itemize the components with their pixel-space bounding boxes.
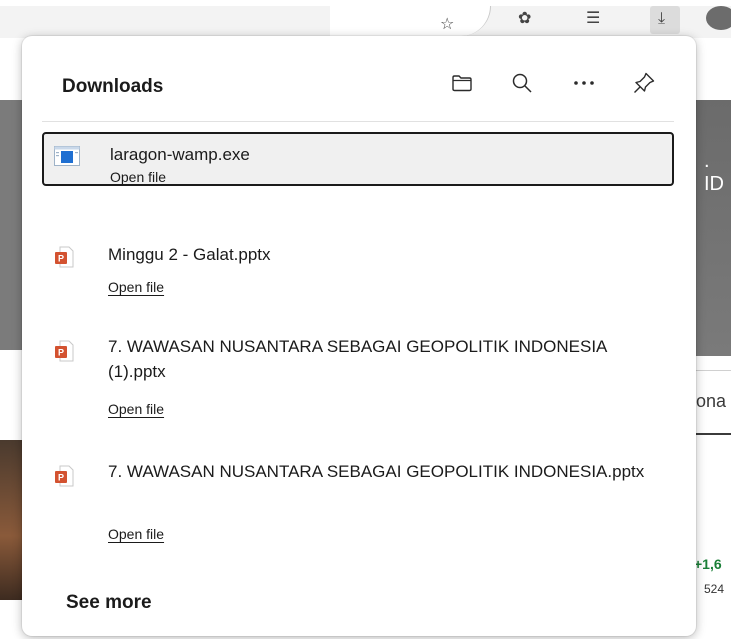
download-item[interactable]: P 7. WAWASAN NUSANTARA SEBAGAI GEOPOLITI…	[42, 326, 674, 426]
background-tab[interactable]: ona	[690, 370, 731, 435]
folder-icon	[452, 75, 472, 92]
file-name: laragon-wamp.exe	[110, 145, 250, 164]
svg-text:P: P	[58, 254, 64, 264]
background-page-photo	[0, 440, 24, 600]
file-name: 7. WAWASAN NUSANTARA SEBAGAI GEOPOLITIK …	[108, 462, 645, 481]
open-file-link[interactable]: Open file	[108, 279, 164, 295]
extensions-icon[interactable]: ✿	[518, 8, 531, 27]
download-item[interactable]: P Minggu 2 - Galat.pptx Open file	[42, 232, 674, 304]
open-file-link[interactable]: Open file	[108, 401, 164, 417]
panel-title: Downloads	[62, 76, 164, 97]
downloads-icon: ⤓	[658, 8, 666, 27]
more-options-button[interactable]	[568, 66, 600, 100]
exe-file-icon	[54, 146, 80, 166]
search-icon	[512, 73, 532, 93]
svg-text:P: P	[58, 348, 64, 358]
background-page-image	[0, 100, 24, 350]
open-file-link[interactable]: Open file	[108, 526, 164, 542]
file-name: Minggu 2 - Galat.pptx	[108, 245, 271, 264]
downloads-panel: Downloads laragon-wamp.exe Open file P M…	[22, 36, 696, 636]
download-item[interactable]: P 7. WAWASAN NUSANTARA SEBAGAI GEOPOLITI…	[42, 451, 674, 551]
star-icon[interactable]: ☆	[440, 14, 454, 33]
more-options-icon	[574, 81, 594, 85]
background-stock-value: 524	[704, 582, 725, 596]
address-bar-end[interactable]: ☆	[330, 6, 491, 36]
search-downloads-button[interactable]	[506, 66, 538, 100]
open-file-link[interactable]: Open file	[110, 169, 166, 185]
pptx-file-icon: P	[55, 246, 74, 268]
favorites-icon[interactable]: ☰	[586, 8, 600, 27]
background-heading-text: . ID	[704, 150, 724, 195]
pin-panel-button[interactable]	[628, 66, 660, 100]
header-divider	[42, 121, 674, 122]
open-downloads-folder-button[interactable]	[446, 66, 478, 100]
background-tab-label: ona	[696, 391, 727, 411]
file-name: 7. WAWASAN NUSANTARA SEBAGAI GEOPOLITIK …	[108, 337, 607, 381]
background-stock-change: +1,6	[694, 556, 722, 572]
see-more-link[interactable]: See more	[66, 592, 152, 614]
background-page-banner	[690, 100, 731, 356]
downloads-toolbar-button[interactable]: ⤓	[650, 6, 680, 34]
download-item[interactable]: laragon-wamp.exe Open file	[42, 132, 674, 186]
svg-text:P: P	[58, 473, 64, 483]
avatar[interactable]	[706, 6, 731, 30]
pin-icon	[634, 72, 655, 93]
pptx-file-icon: P	[55, 340, 74, 362]
pptx-file-icon: P	[55, 465, 74, 487]
